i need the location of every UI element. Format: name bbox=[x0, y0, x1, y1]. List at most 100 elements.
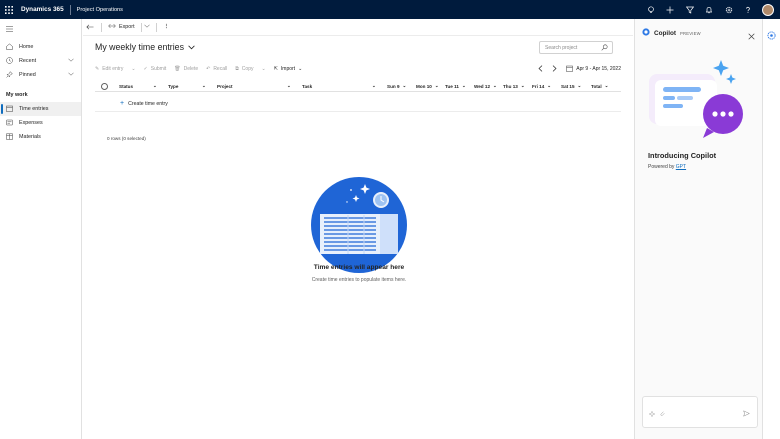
sparkle-icon[interactable] bbox=[648, 404, 656, 422]
app-launcher-icon[interactable] bbox=[0, 0, 17, 19]
check-icon: ✓ bbox=[143, 66, 148, 72]
import-label: Import bbox=[280, 66, 296, 72]
bell-icon[interactable] bbox=[700, 0, 720, 19]
attach-icon[interactable] bbox=[660, 404, 666, 422]
sidebar-item-label: Materials bbox=[19, 134, 41, 140]
sidebar-item-time-entries[interactable]: Time entries bbox=[0, 102, 81, 116]
copy-button[interactable]: ⧉ Copy bbox=[235, 66, 253, 72]
column-header-tue[interactable]: Tue 11 ⌄ bbox=[445, 80, 466, 92]
sidebar-item-materials[interactable]: Materials bbox=[0, 130, 81, 144]
export-label: Export bbox=[119, 24, 135, 30]
calendar-icon bbox=[566, 65, 573, 74]
lightbulb-icon[interactable] bbox=[641, 0, 661, 19]
plus-icon[interactable] bbox=[661, 0, 681, 19]
column-header-sat[interactable]: Sat 15 ⌄ bbox=[561, 80, 581, 92]
sidebar-item-expenses[interactable]: Expenses bbox=[0, 116, 81, 130]
page-title: My weekly time entries bbox=[95, 42, 184, 52]
date-range: Apr 9 - Apr 15, 2022 bbox=[576, 66, 621, 72]
view-selector[interactable]: My weekly time entries bbox=[95, 42, 195, 52]
copilot-logo-icon bbox=[642, 28, 650, 38]
submit-button[interactable]: ✓ Submit bbox=[144, 66, 167, 72]
hamburger-icon[interactable] bbox=[0, 22, 81, 36]
search-placeholder: Search project bbox=[545, 44, 578, 51]
copy-label: Copy bbox=[241, 66, 254, 72]
sidebar-item-label: Home bbox=[19, 44, 34, 50]
recall-label: Recall bbox=[213, 66, 228, 72]
search-input[interactable]: Search project bbox=[539, 41, 613, 54]
column-header-task[interactable]: Task bbox=[302, 80, 312, 92]
back-arrow-icon[interactable] bbox=[85, 24, 95, 30]
copilot-prompt-input[interactable] bbox=[642, 396, 758, 428]
prompt-tools bbox=[648, 404, 666, 422]
copilot-header: Copilot PREVIEW bbox=[642, 28, 701, 38]
search-icon[interactable] bbox=[601, 44, 608, 53]
column-label: Tue 11 bbox=[445, 83, 459, 89]
clock-icon bbox=[6, 56, 13, 66]
gear-icon[interactable] bbox=[719, 0, 739, 19]
column-label: Status bbox=[119, 83, 134, 89]
column-header-type[interactable]: Type bbox=[168, 80, 178, 92]
delete-button[interactable]: 🗑 Delete bbox=[174, 66, 198, 72]
export-button[interactable]: Export bbox=[104, 23, 139, 31]
right-rail bbox=[762, 19, 780, 439]
column-header-project[interactable]: Project bbox=[217, 80, 233, 92]
brand-name[interactable]: Dynamics 365 bbox=[21, 6, 64, 13]
date-navigator: Apr 9 - Apr 15, 2022 bbox=[538, 63, 621, 75]
chevron-down-icon: ⌄ bbox=[298, 66, 303, 72]
column-header-sun[interactable]: Sun 9 ⌄ bbox=[387, 80, 406, 92]
select-all-radio[interactable] bbox=[101, 80, 108, 92]
sidebar-item-pinned[interactable]: Pinned bbox=[0, 68, 81, 82]
chevron-down-icon[interactable] bbox=[68, 58, 74, 64]
edit-entry-button[interactable]: ✎ Edit entry bbox=[95, 66, 123, 72]
chevron-down-icon[interactable]: ⌄ bbox=[261, 66, 265, 72]
column-header-fri[interactable]: Fri 14 ⌄ bbox=[532, 80, 551, 92]
chevron-down-icon[interactable]: ⌄ bbox=[153, 80, 157, 92]
column-header-total[interactable]: Total ⌄ bbox=[591, 80, 609, 92]
powered-by-label: Powered by bbox=[648, 164, 675, 170]
recall-button[interactable]: ↶ Recall bbox=[206, 66, 227, 72]
sidebar-item-recent[interactable]: Recent bbox=[0, 54, 81, 68]
calendar-icon bbox=[6, 105, 13, 114]
create-time-entry-button[interactable]: + Create time entry bbox=[95, 96, 621, 112]
pin-icon bbox=[6, 70, 13, 80]
column-header-mon[interactable]: Mon 10 ⌄ bbox=[416, 80, 439, 92]
chevron-down-icon[interactable] bbox=[143, 24, 150, 30]
filter-icon[interactable] bbox=[680, 0, 700, 19]
more-commands-icon[interactable]: ⋮ bbox=[159, 24, 174, 30]
column-label: Fri 14 bbox=[532, 83, 545, 89]
chevron-right-icon[interactable] bbox=[552, 64, 557, 74]
column-header-thu[interactable]: Thu 13 ⌄ bbox=[503, 80, 525, 92]
edit-label: Edit entry bbox=[102, 66, 124, 72]
column-label: Project bbox=[217, 83, 233, 89]
copilot-toggle-icon[interactable] bbox=[767, 27, 776, 45]
chevron-down-icon[interactable]: ⌄ bbox=[202, 80, 206, 92]
close-icon[interactable] bbox=[748, 27, 755, 45]
column-label: Sun 9 bbox=[387, 83, 400, 89]
app-name[interactable]: Project Operations bbox=[77, 7, 123, 13]
empty-state-title: Time entries will appear here bbox=[313, 264, 405, 271]
import-button[interactable]: ⇱ Import ⌄ bbox=[274, 66, 303, 72]
rows-count: 0 rows (0 selected) bbox=[107, 136, 146, 141]
chevron-down-icon[interactable]: ⌄ bbox=[131, 66, 135, 72]
chevron-down-icon[interactable] bbox=[68, 72, 74, 78]
chevron-down-icon[interactable]: ⌄ bbox=[287, 80, 291, 92]
column-label: Task bbox=[302, 83, 313, 89]
column-header-wed[interactable]: Wed 12 ⌄ bbox=[474, 80, 497, 92]
column-label: Type bbox=[168, 83, 179, 89]
sidebar-item-home[interactable]: Home bbox=[0, 40, 81, 54]
chevron-left-icon[interactable] bbox=[538, 64, 543, 74]
avatar[interactable] bbox=[762, 3, 774, 16]
copilot-intro-title: Introducing Copilot bbox=[648, 151, 717, 160]
create-label: Create time entry bbox=[128, 100, 168, 107]
copilot-pane: Copilot PREVIEW Introducing Copilot Powe… bbox=[634, 19, 762, 439]
gpt-link[interactable]: GPT bbox=[676, 164, 686, 170]
send-icon[interactable] bbox=[743, 404, 750, 422]
date-range-picker[interactable]: Apr 9 - Apr 15, 2022 bbox=[566, 65, 621, 74]
empty-state-illustration bbox=[311, 177, 407, 273]
sidebar-item-label: Expenses bbox=[19, 120, 43, 126]
divider bbox=[101, 22, 102, 32]
help-icon[interactable] bbox=[739, 0, 759, 19]
grid-actions: ✎ Edit entry ⌄ ✓ Submit 🗑 Delete ↶ Recall ⧉ C… bbox=[95, 63, 621, 75]
chevron-down-icon[interactable]: ⌄ bbox=[372, 80, 376, 92]
column-label: Sat 15 bbox=[561, 83, 575, 89]
